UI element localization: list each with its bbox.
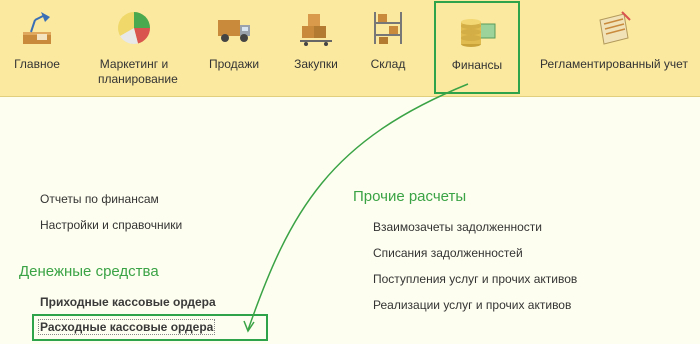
- annotation-arrow: [243, 83, 469, 333]
